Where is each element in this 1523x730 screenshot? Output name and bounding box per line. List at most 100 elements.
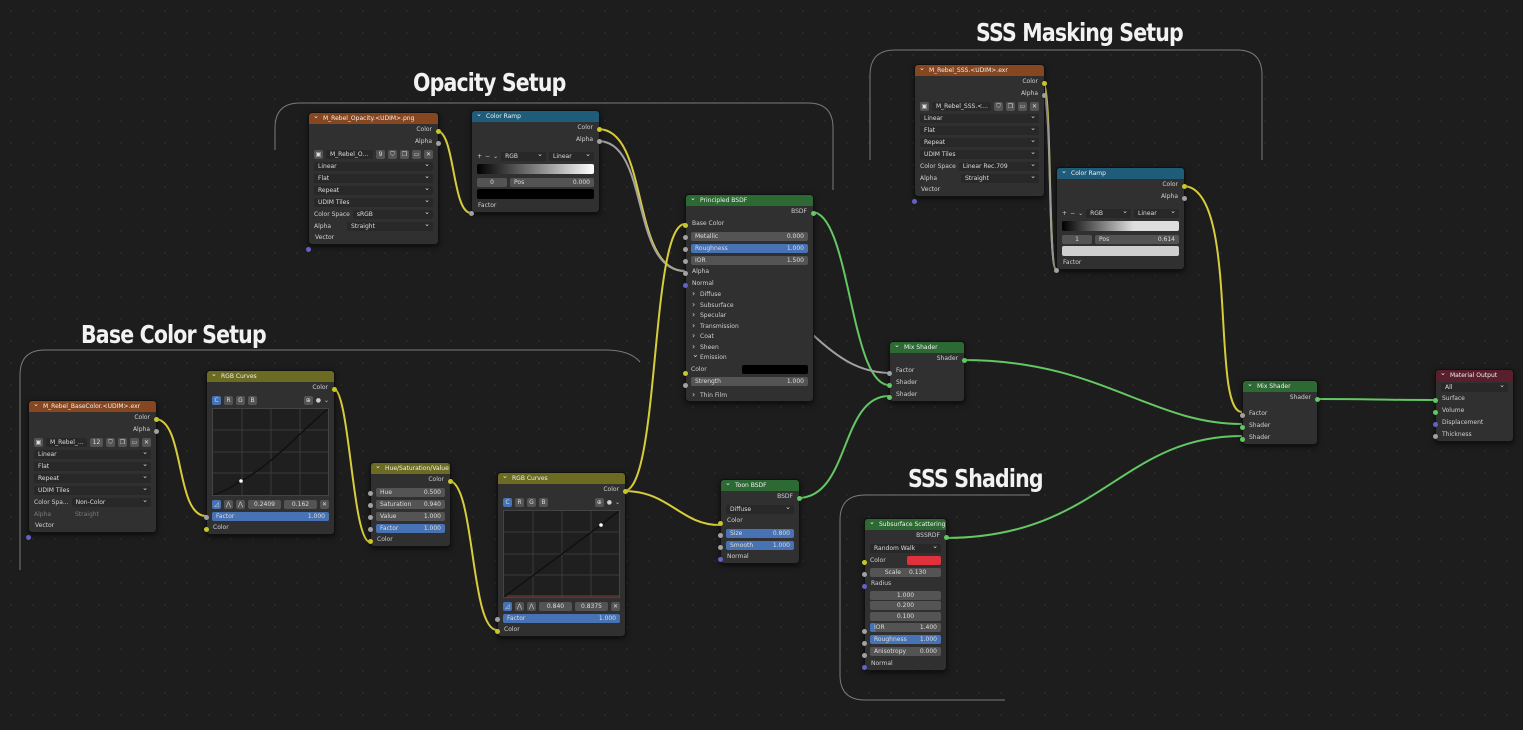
zoom-icon[interactable]: ⊕ <box>594 497 604 507</box>
socket-ior-in[interactable] <box>683 259 688 264</box>
channel-r-tab[interactable]: R <box>515 497 524 507</box>
node-header[interactable]: Toon BSDF <box>721 480 799 491</box>
node-header[interactable]: RGB Curves <box>207 371 334 382</box>
close-icon[interactable]: ✕ <box>142 437 151 447</box>
socket-emission-strength-in[interactable] <box>683 383 688 388</box>
extension-select[interactable]: Repeat <box>314 185 433 195</box>
close-icon[interactable]: ✕ <box>1030 101 1039 111</box>
point-clamp-icon[interactable]: ⋀ <box>527 601 536 611</box>
socket-surface-in[interactable] <box>1433 398 1438 403</box>
smooth-field[interactable]: Smooth 1.000 <box>726 540 794 550</box>
curve-graph[interactable] <box>212 408 329 496</box>
add-stop-icon[interactable]: + <box>1062 210 1067 217</box>
fake-user-icon[interactable]: ⛉ <box>388 149 397 159</box>
saturation-field[interactable]: Saturation 0.940 <box>376 499 445 509</box>
socket-emission-color-in[interactable] <box>683 371 688 376</box>
scale-field[interactable]: Scale 0.130 <box>870 567 941 577</box>
fake-user-icon[interactable]: ⛉ <box>994 101 1003 111</box>
duplicate-icon[interactable]: ❐ <box>1006 101 1015 111</box>
socket-color-out[interactable] <box>1042 81 1047 86</box>
roughness-field[interactable]: Roughness 1.000 <box>870 635 941 644</box>
node-header[interactable]: Principled BSDF <box>686 195 813 206</box>
socket-color-out[interactable] <box>623 489 628 494</box>
socket-vector-in[interactable] <box>26 535 31 540</box>
socket-displacement-in[interactable] <box>1433 422 1438 427</box>
socket-alpha-in[interactable] <box>683 271 688 276</box>
socket-bssrdf-out[interactable] <box>944 535 949 540</box>
point-vector-icon[interactable]: ◿ <box>212 499 221 509</box>
channel-c-tab[interactable]: C <box>503 497 512 507</box>
socket-hue-in[interactable] <box>368 491 373 496</box>
component-select[interactable]: Diffuse <box>726 504 794 514</box>
socket-bsdf-out[interactable] <box>811 211 816 216</box>
socket-metallic-in[interactable] <box>683 235 688 240</box>
roughness-field[interactable]: Roughness 1.000 <box>691 243 808 253</box>
image-browse-icon[interactable]: ▣ <box>34 437 43 447</box>
delete-point-icon[interactable]: ✕ <box>611 601 620 611</box>
node-header[interactable]: Color Ramp <box>472 111 599 122</box>
socket-size-in[interactable] <box>718 533 723 538</box>
sss-color-swatch[interactable] <box>907 555 941 565</box>
node-header[interactable]: Subsurface Scattering <box>865 519 946 530</box>
zoom-icon[interactable]: ⊕ <box>303 395 313 405</box>
color-ramp-gradient[interactable] <box>477 164 594 174</box>
socket-bsdf-out[interactable] <box>797 496 802 501</box>
point-auto-icon[interactable]: ⋀ <box>515 601 524 611</box>
value-field[interactable]: Value 1.000 <box>376 511 445 521</box>
node-subsurface-scattering[interactable]: Subsurface Scattering BSSRDF Random Walk… <box>862 518 949 671</box>
interpolation-select[interactable]: Linear <box>314 161 433 171</box>
channel-g-tab[interactable]: G <box>236 395 245 405</box>
stop-position-field[interactable]: Pos 0.614 <box>1095 234 1179 244</box>
emission-color-swatch[interactable] <box>742 365 808 374</box>
node-hue-saturation-value[interactable]: Hue/Saturation/Value Color Hue0.500 Satu… <box>368 462 453 547</box>
image-name-field[interactable]: M_Rebel_O... <box>326 149 373 159</box>
point-y-field[interactable]: 0.162 <box>284 499 317 509</box>
metallic-field[interactable]: Metallic 0.000 <box>691 231 808 241</box>
folder-icon[interactable]: ▭ <box>130 437 139 447</box>
node-header[interactable]: Mix Shader <box>890 342 964 353</box>
socket-base-color-in[interactable] <box>683 223 688 228</box>
projection-select[interactable]: Flat <box>314 173 433 183</box>
color-ramp-gradient[interactable] <box>1062 221 1179 231</box>
extension-select[interactable]: Repeat <box>920 137 1039 147</box>
socket-normal-in[interactable] <box>718 557 723 562</box>
socket-scale-in[interactable] <box>862 572 867 577</box>
channel-c-tab[interactable]: C <box>212 395 221 405</box>
socket-normal-in[interactable] <box>683 283 688 288</box>
node-toon-bsdf[interactable]: Toon BSDF BSDF Diffuse Color Size0.800 S… <box>718 479 802 564</box>
socket-smooth-in[interactable] <box>718 545 723 550</box>
active-stop-index[interactable]: 1 <box>1062 234 1092 244</box>
socket-factor-in[interactable] <box>368 527 373 532</box>
socket-normal-in[interactable] <box>862 665 867 670</box>
image-name-field[interactable]: M_Rebel_... <box>46 437 87 447</box>
color-mode-select[interactable]: RGB <box>501 151 547 161</box>
projection-select[interactable]: Flat <box>34 461 151 471</box>
ior-field[interactable]: IOR 1.500 <box>691 255 808 265</box>
image-name-field[interactable]: M_Rebel_SSS.<... <box>932 101 991 111</box>
factor-field[interactable]: Factor 1.000 <box>503 613 620 623</box>
delete-point-icon[interactable]: ✕ <box>320 499 329 509</box>
duplicate-icon[interactable]: ❐ <box>118 437 127 447</box>
interpolation-select[interactable]: Linear <box>1134 208 1179 218</box>
socket-factor-in[interactable] <box>469 211 474 216</box>
socket-color-in[interactable] <box>368 539 373 544</box>
folder-icon[interactable]: ▭ <box>1018 101 1027 111</box>
factor-field[interactable]: Factor 1.000 <box>376 523 445 533</box>
alpha-select[interactable]: Straight <box>961 173 1039 183</box>
socket-alpha-out[interactable] <box>1042 93 1047 98</box>
color-mode-select[interactable]: RGB <box>1086 208 1132 218</box>
folder-icon[interactable]: ▭ <box>412 149 421 159</box>
panel-emission[interactable]: Emission <box>686 350 813 364</box>
node-opacity-image-texture[interactable]: M_Rebel_Opacity.<UDIM>.png Color Alpha ▣… <box>306 112 441 252</box>
node-mix-shader-2[interactable]: Mix Shader Shader Factor Shader Shader <box>1240 380 1320 445</box>
radius-y-field[interactable]: 0.200 <box>870 601 941 611</box>
socket-radius-in[interactable] <box>862 584 867 589</box>
method-select[interactable]: Random Walk <box>870 543 941 553</box>
stop-color-swatch[interactable] <box>477 189 594 199</box>
node-header[interactable]: RGB Curves <box>498 473 625 484</box>
panel-sheen[interactable]: Sheen <box>686 342 813 354</box>
socket-color-out[interactable] <box>154 417 159 422</box>
radius-x-field[interactable]: 1.000 <box>870 590 941 600</box>
socket-vector-in[interactable] <box>306 247 311 252</box>
radius-z-field[interactable]: 0.100 <box>870 611 941 621</box>
